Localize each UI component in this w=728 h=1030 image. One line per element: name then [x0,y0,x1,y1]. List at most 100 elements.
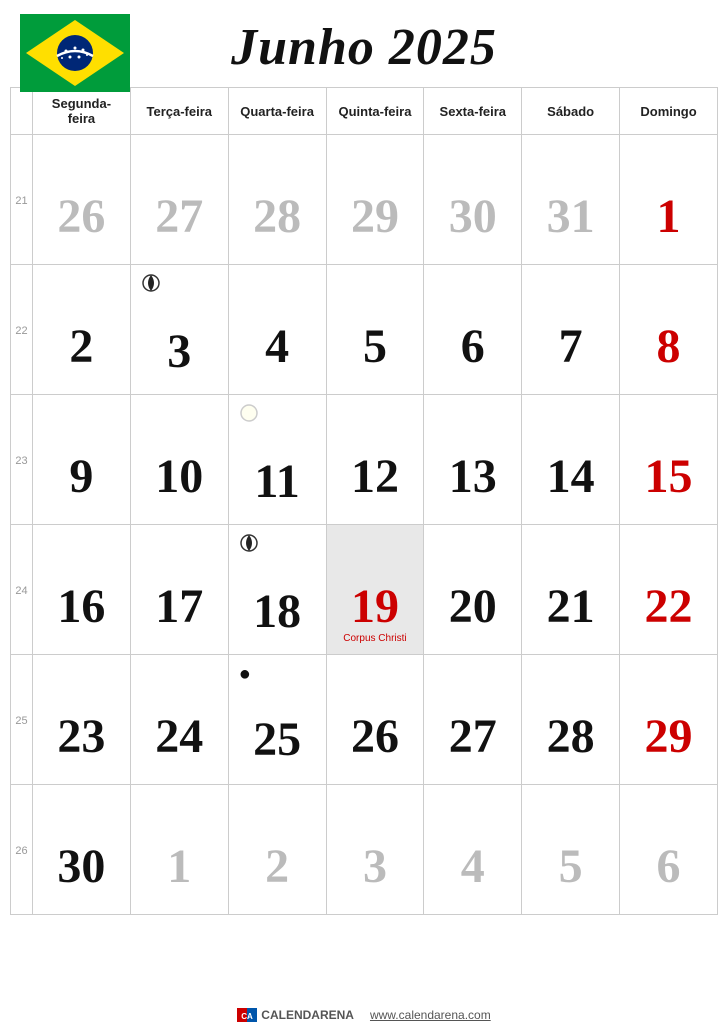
calendar-cell: 4 [424,785,522,915]
moon-phase: ● [239,663,322,686]
calendar-cell: 22 [620,525,718,655]
calendar-cell: 26 [326,655,424,785]
day-number: 17 [135,583,224,631]
calendar-cell: 24 [130,655,228,785]
calendar-cell: 10 [130,395,228,525]
day-number: 8 [624,323,713,371]
calendar-cell: 17 [130,525,228,655]
header: Junho 2025 [0,0,728,87]
calendar-cell: 3 [326,785,424,915]
col-sunday: Domingo [620,88,718,135]
calendar-table: Segunda-feira Terça-feira Quarta-feira Q… [10,87,718,915]
day-number: 4 [428,843,517,891]
calendar-cell: 6 [620,785,718,915]
day-number: 31 [526,193,615,241]
calendar-cell: 5 [522,785,620,915]
calendar-cell: ● 25 [228,655,326,785]
day-number: 21 [526,583,615,631]
day-number: 28 [233,193,322,241]
week-row: 222345678 [11,265,718,395]
day-number: 14 [526,453,615,501]
day-number: 10 [135,453,224,501]
calendar-cell: 2 [228,785,326,915]
day-number: 7 [526,323,615,371]
day-number: 25 [233,716,322,764]
day-number: 5 [526,843,615,891]
calendar-cell: 20 [424,525,522,655]
calendar-cell: 21 [522,525,620,655]
calendarena-icon: CA [237,1008,257,1022]
col-tuesday: Terça-feira [130,88,228,135]
day-number: 26 [37,193,126,241]
calendar-cell: 19Corpus Christi [326,525,424,655]
day-number: 27 [135,193,224,241]
day-number: 6 [428,323,517,371]
day-number: 12 [331,453,420,501]
holiday-label: Corpus Christi [331,633,420,644]
calendar-cell: 18 [228,525,326,655]
calendar-cell: 5 [326,265,424,395]
calendar-cell: 13 [424,395,522,525]
calendar-cell: 1 [620,135,718,265]
day-number: 26 [331,713,420,761]
svg-text:CA: CA [242,1012,254,1021]
day-number: 4 [233,323,322,371]
calendar-cell: 28 [522,655,620,785]
day-number: 3 [135,328,224,376]
col-saturday: Sábado [522,88,620,135]
day-number: 29 [331,193,420,241]
day-number: 11 [233,458,322,506]
moon-phase [239,533,322,558]
calendar-cell: 28 [228,135,326,265]
calendar-cell: 9 [33,395,131,525]
week-row: 2416171819Corpus Christi202122 [11,525,718,655]
calendar-cell: 2 [33,265,131,395]
calendar-cell: 3 [130,265,228,395]
week-row: 2630123456 [11,785,718,915]
calendar-cell: 12 [326,395,424,525]
week-number: 25 [11,655,33,785]
calendar-cell: 16 [33,525,131,655]
week-number: 21 [11,135,33,265]
week-row: 252324●2526272829 [11,655,718,785]
calendar-cell: 15 [620,395,718,525]
day-number: 20 [428,583,517,631]
day-number: 29 [624,713,713,761]
header-row: Segunda-feira Terça-feira Quarta-feira Q… [11,88,718,135]
moon-phase-full [239,403,322,428]
footer: CA CALENDARENA www.calendarena.com [0,1000,728,1030]
calendar-cell: 14 [522,395,620,525]
calendar-cell: 11 [228,395,326,525]
footer-logo-text: CALENDARENA [261,1008,354,1022]
calendar-cell: 27 [424,655,522,785]
calendar-cell: 27 [130,135,228,265]
calendar-cell: 29 [620,655,718,785]
brazil-flag [20,14,130,92]
day-number: 5 [331,323,420,371]
week-col-header [11,88,33,135]
calendar: Segunda-feira Terça-feira Quarta-feira Q… [0,87,728,1000]
day-number: 15 [624,453,713,501]
calendar-cell: 8 [620,265,718,395]
col-monday: Segunda-feira [33,88,131,135]
calendar-cell: 29 [326,135,424,265]
calendar-cell: 26 [33,135,131,265]
day-number: 30 [37,843,126,891]
calendar-cell: 30 [33,785,131,915]
day-number: 2 [233,843,322,891]
day-number: 22 [624,583,713,631]
month-title: Junho 2025 [231,18,497,77]
calendar-cell: 30 [424,135,522,265]
day-number: 18 [233,588,322,636]
week-number: 26 [11,785,33,915]
footer-url: www.calendarena.com [370,1008,491,1022]
day-number: 1 [624,193,713,241]
calendar-cell: 31 [522,135,620,265]
day-number: 16 [37,583,126,631]
moon-phase [141,273,224,298]
footer-logo: CA CALENDARENA [237,1008,354,1022]
day-number: 13 [428,453,517,501]
calendar-cell: 6 [424,265,522,395]
day-number: 28 [526,713,615,761]
calendar-cell: 23 [33,655,131,785]
